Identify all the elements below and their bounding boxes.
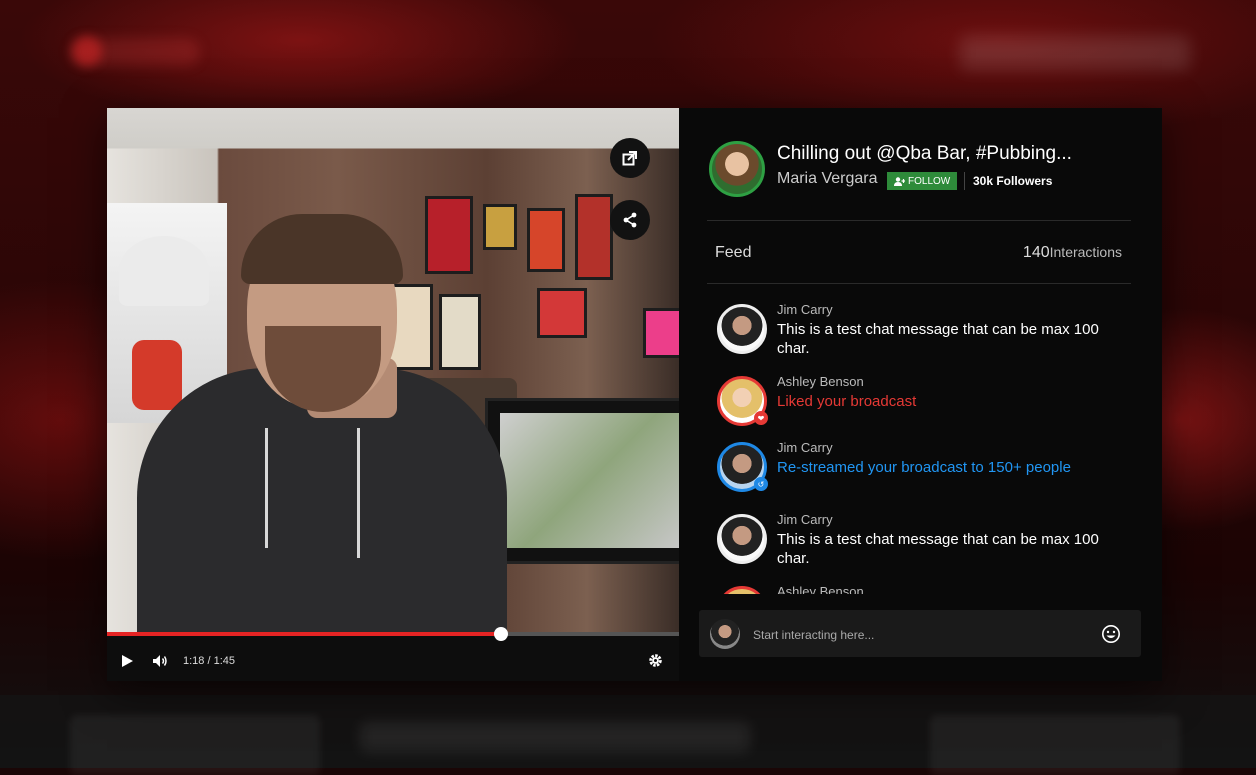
my-avatar <box>710 619 740 649</box>
streamer-avatar[interactable] <box>709 141 765 197</box>
progress-fill <box>107 632 502 636</box>
user-avatar[interactable] <box>717 586 767 594</box>
popout-icon <box>622 151 637 166</box>
follow-button[interactable]: FOLLOW <box>887 172 958 190</box>
feed-item-user[interactable]: Jim Carry <box>777 440 833 455</box>
video-scene-monitor <box>485 398 679 564</box>
player-controls: 1:18 / 1:45 <box>107 640 679 681</box>
feed-item: Jim Carry This is a test chat message th… <box>715 298 1135 364</box>
feed-item-user[interactable]: Jim Carry <box>777 512 833 527</box>
feed-item-user[interactable]: Jim Carry <box>777 302 833 317</box>
video-scene-poster <box>527 208 565 272</box>
video-scene-poster <box>537 288 587 338</box>
feed-item: ↺ Jim Carry Re-streamed your broadcast t… <box>715 436 1135 502</box>
progress-bar[interactable] <box>107 627 679 641</box>
video-scene-poster <box>575 194 613 280</box>
user-avatar[interactable] <box>717 514 767 564</box>
chat-input[interactable] <box>751 622 1085 648</box>
background-logo-mark <box>72 36 102 66</box>
interactions-number: 140 <box>1022 244 1050 261</box>
emoji-icon[interactable] <box>1101 624 1121 644</box>
video-scene-monitor-screen <box>500 413 679 548</box>
streamer-name[interactable]: Maria Vergara <box>777 170 878 188</box>
video-scene-poster <box>483 204 517 250</box>
background-card <box>70 715 320 775</box>
background-card <box>360 722 750 752</box>
interactions-count: 140Interactions <box>1023 244 1122 262</box>
broadcast-title: Chilling out @Qba Bar, #Pubbing... <box>777 143 1072 164</box>
share-button[interactable] <box>610 200 650 240</box>
popout-button[interactable] <box>610 138 650 178</box>
settings-icon <box>648 654 662 667</box>
user-avatar[interactable]: ↺ <box>717 442 768 492</box>
video-frame[interactable] <box>107 108 679 636</box>
divider <box>707 220 1131 221</box>
video-scene-poster <box>643 308 679 358</box>
feed-heading: Feed <box>715 244 752 261</box>
interactions-label: Interactions <box>1049 244 1122 260</box>
chat-composer <box>699 610 1141 657</box>
feed-list[interactable]: Jim Carry This is a test chat message th… <box>715 298 1135 594</box>
feed-item-message: This is a test chat message that can be … <box>777 321 1099 357</box>
play-icon <box>122 654 133 667</box>
background-header-actions <box>960 36 1190 70</box>
video-scene-poster <box>425 196 473 274</box>
user-avatar[interactable] <box>717 304 767 354</box>
broadcast-modal: 1:18 / 1:45 Chilling out @Qba Bar, #Pubb… <box>107 108 1162 681</box>
feed-item-message: This is a test chat message that can be … <box>777 531 1099 567</box>
user-avatar[interactable]: ❤ <box>717 376 768 426</box>
restream-icon: ↺ <box>754 477 768 491</box>
feed-item-message: Liked your broadcast <box>777 393 917 410</box>
video-person-hair <box>241 214 403 284</box>
playback-time: 1:18 / 1:45 <box>183 654 235 667</box>
feed-item: Ashley Benson <box>715 580 1135 594</box>
share-icon <box>623 212 637 228</box>
video-scene-umbrella <box>119 236 209 306</box>
video-scene-poster <box>439 294 481 370</box>
play-button[interactable] <box>107 641 147 681</box>
user-plus-icon <box>894 176 905 186</box>
video-person-drawstring <box>357 428 360 558</box>
video-scene-red-object <box>132 340 182 410</box>
video-player[interactable]: 1:18 / 1:45 <box>107 108 679 681</box>
progress-handle[interactable] <box>494 627 509 641</box>
divider <box>707 283 1131 284</box>
broadcast-panel: Chilling out @Qba Bar, #Pubbing... Maria… <box>679 108 1162 681</box>
feed-item-user[interactable]: Ashley Benson <box>777 584 864 594</box>
settings-button[interactable] <box>637 641 673 681</box>
feed-item: Jim Carry This is a test chat message th… <box>715 508 1135 574</box>
video-person-drawstring <box>265 428 268 548</box>
background-card <box>930 715 1180 775</box>
like-icon: ❤ <box>754 411 768 425</box>
volume-icon <box>153 654 167 667</box>
follow-label: FOLLOW <box>908 175 951 187</box>
feed-item: ❤ Ashley Benson Liked your broadcast <box>715 370 1135 430</box>
volume-button[interactable] <box>147 641 173 681</box>
followers-count: 30k Followers <box>964 172 1052 190</box>
feed-item-message: Re-streamed your broadcast to 150+ peopl… <box>777 459 1071 476</box>
feed-item-user[interactable]: Ashley Benson <box>777 374 864 389</box>
